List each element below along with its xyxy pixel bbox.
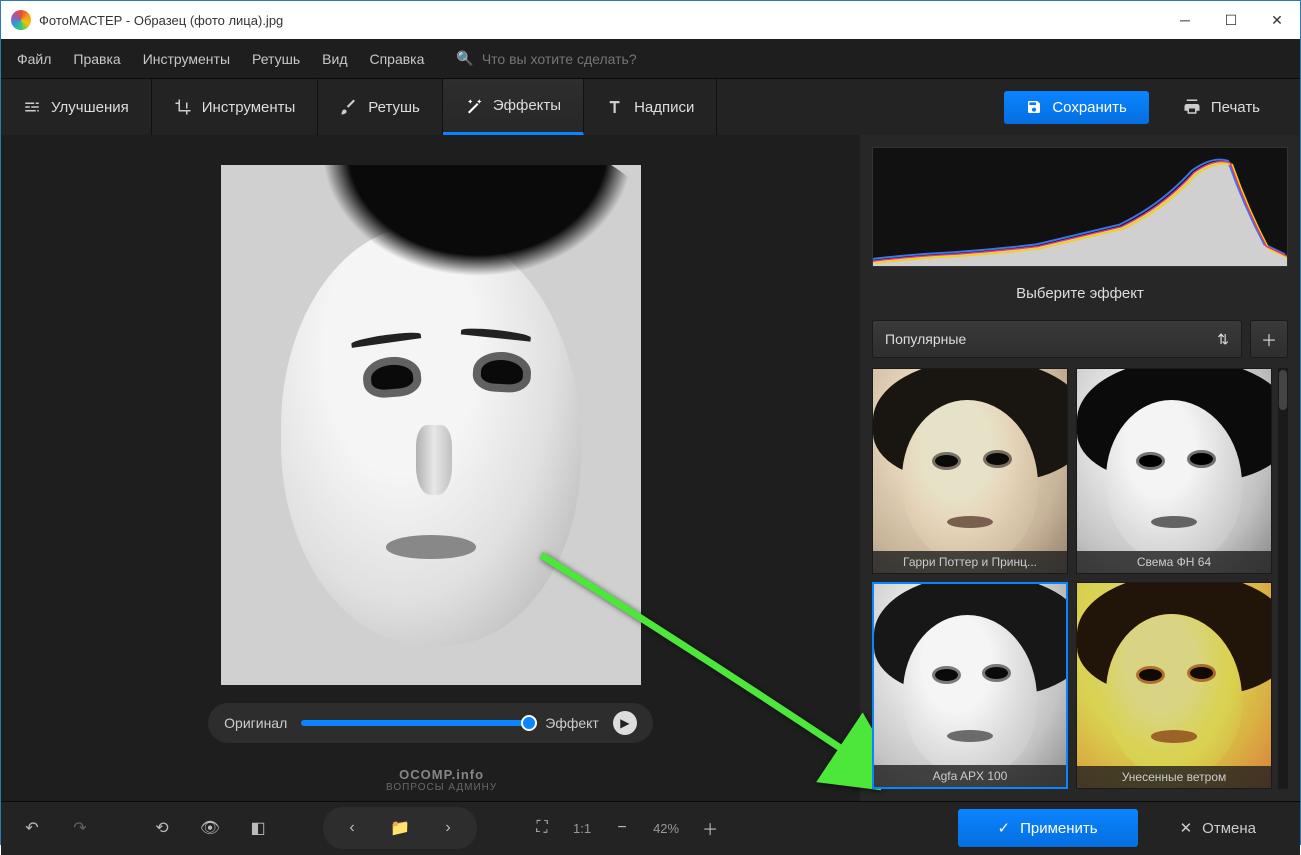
compare-play-button[interactable]: ▶: [613, 711, 637, 735]
add-category-button[interactable]: ＋: [1250, 320, 1288, 358]
compare-button[interactable]: ◧: [241, 811, 275, 845]
watermark: OCOMP.info ВОПРОСЫ АДМИНУ: [386, 767, 497, 793]
menu-file[interactable]: Файл: [17, 51, 51, 67]
effect-item-agfa[interactable]: Agfa APX 100: [872, 582, 1068, 788]
view-button[interactable]: 👁: [193, 811, 227, 845]
toolbar: Улучшения Инструменты Ретушь Эффекты Над…: [1, 79, 1300, 135]
menu-edit[interactable]: Правка: [73, 51, 120, 67]
effect-scrollbar[interactable]: [1278, 368, 1288, 789]
compare-effect-label: Эффект: [545, 715, 599, 731]
tab-effects[interactable]: Эффекты: [443, 79, 584, 135]
save-icon: [1026, 99, 1042, 115]
panel-title: Выберите эффект: [872, 277, 1288, 310]
effect-grid: Гарри Поттер и Принц... Свема ФН 64 Agfa…: [872, 368, 1288, 789]
menu-retouch[interactable]: Ретушь: [252, 51, 300, 67]
search-icon: 🔍: [456, 50, 473, 67]
text-icon: [606, 98, 624, 116]
effect-item-svema[interactable]: Свема ФН 64: [1076, 368, 1272, 574]
print-button[interactable]: Печать: [1161, 90, 1282, 124]
wand-icon: [465, 97, 483, 115]
sliders-icon: [23, 98, 41, 116]
menu-help[interactable]: Справка: [369, 51, 424, 67]
tab-enhance[interactable]: Улучшения: [1, 79, 152, 135]
undo-button[interactable]: ↶: [15, 811, 49, 845]
check-icon: ✓: [998, 819, 1011, 837]
tab-tools[interactable]: Инструменты: [152, 79, 319, 135]
zoom-ratio[interactable]: 1:1: [573, 821, 591, 836]
tab-retouch[interactable]: Ретушь: [318, 79, 443, 135]
prev-button[interactable]: ‹: [335, 811, 369, 845]
navigation-group: ‹ 📁 ›: [323, 807, 477, 849]
close-icon: ✕: [1180, 819, 1193, 837]
effect-item-harry-potter[interactable]: Гарри Поттер и Принц...: [872, 368, 1068, 574]
bottom-bar: ↶ ↷ ⟲ 👁 ◧ ‹ 📁 › ⛶ 1:1 − 42% ＋ ✓ Применит…: [1, 801, 1300, 855]
cancel-button[interactable]: ✕ Отмена: [1150, 809, 1286, 847]
menu-tools[interactable]: Инструменты: [143, 51, 230, 67]
effect-item-gone-with-wind[interactable]: Унесенные ветром: [1076, 582, 1272, 788]
folder-button[interactable]: 📁: [383, 811, 417, 845]
zoom-percent: 42%: [653, 821, 679, 836]
side-panel: Выберите эффект Популярные ⇅ ＋ Гарри Пот…: [860, 135, 1300, 801]
zoom-out-button[interactable]: −: [605, 811, 639, 845]
app-logo-icon: [11, 10, 31, 30]
category-dropdown[interactable]: Популярные ⇅: [872, 320, 1242, 358]
zoom-in-button[interactable]: ＋: [693, 811, 727, 845]
next-button[interactable]: ›: [431, 811, 465, 845]
menubar: Файл Правка Инструменты Ретушь Вид Справ…: [1, 39, 1300, 79]
compare-original-label: Оригинал: [224, 715, 287, 731]
menu-view[interactable]: Вид: [322, 51, 347, 67]
fit-button[interactable]: ⛶: [525, 811, 559, 845]
compare-slider[interactable]: Оригинал Эффект ▶: [208, 703, 653, 743]
search-input[interactable]: [482, 51, 742, 67]
save-button[interactable]: Сохранить: [1004, 91, 1149, 124]
window-title: ФотоМАСТЕР - Образец (фото лица).jpg: [39, 13, 283, 28]
canvas-image[interactable]: [221, 165, 641, 685]
titlebar: ФотоМАСТЕР - Образец (фото лица).jpg ─ ☐…: [1, 1, 1300, 39]
histogram[interactable]: [872, 147, 1288, 267]
apply-button[interactable]: ✓ Применить: [958, 809, 1138, 847]
brush-icon: [340, 98, 358, 116]
sort-icon: ⇅: [1217, 331, 1229, 348]
close-button[interactable]: ✕: [1254, 1, 1300, 39]
canvas-area: Оригинал Эффект ▶ OCOMP.info ВОПРОСЫ АДМ…: [1, 135, 860, 801]
minimize-button[interactable]: ─: [1162, 1, 1208, 39]
redo-button[interactable]: ↷: [63, 811, 97, 845]
maximize-button[interactable]: ☐: [1208, 1, 1254, 39]
crop-icon: [174, 98, 192, 116]
print-icon: [1183, 98, 1201, 116]
history-button[interactable]: ⟲: [145, 811, 179, 845]
compare-track[interactable]: [301, 720, 531, 726]
tab-captions[interactable]: Надписи: [584, 79, 717, 135]
compare-handle[interactable]: [521, 715, 537, 731]
